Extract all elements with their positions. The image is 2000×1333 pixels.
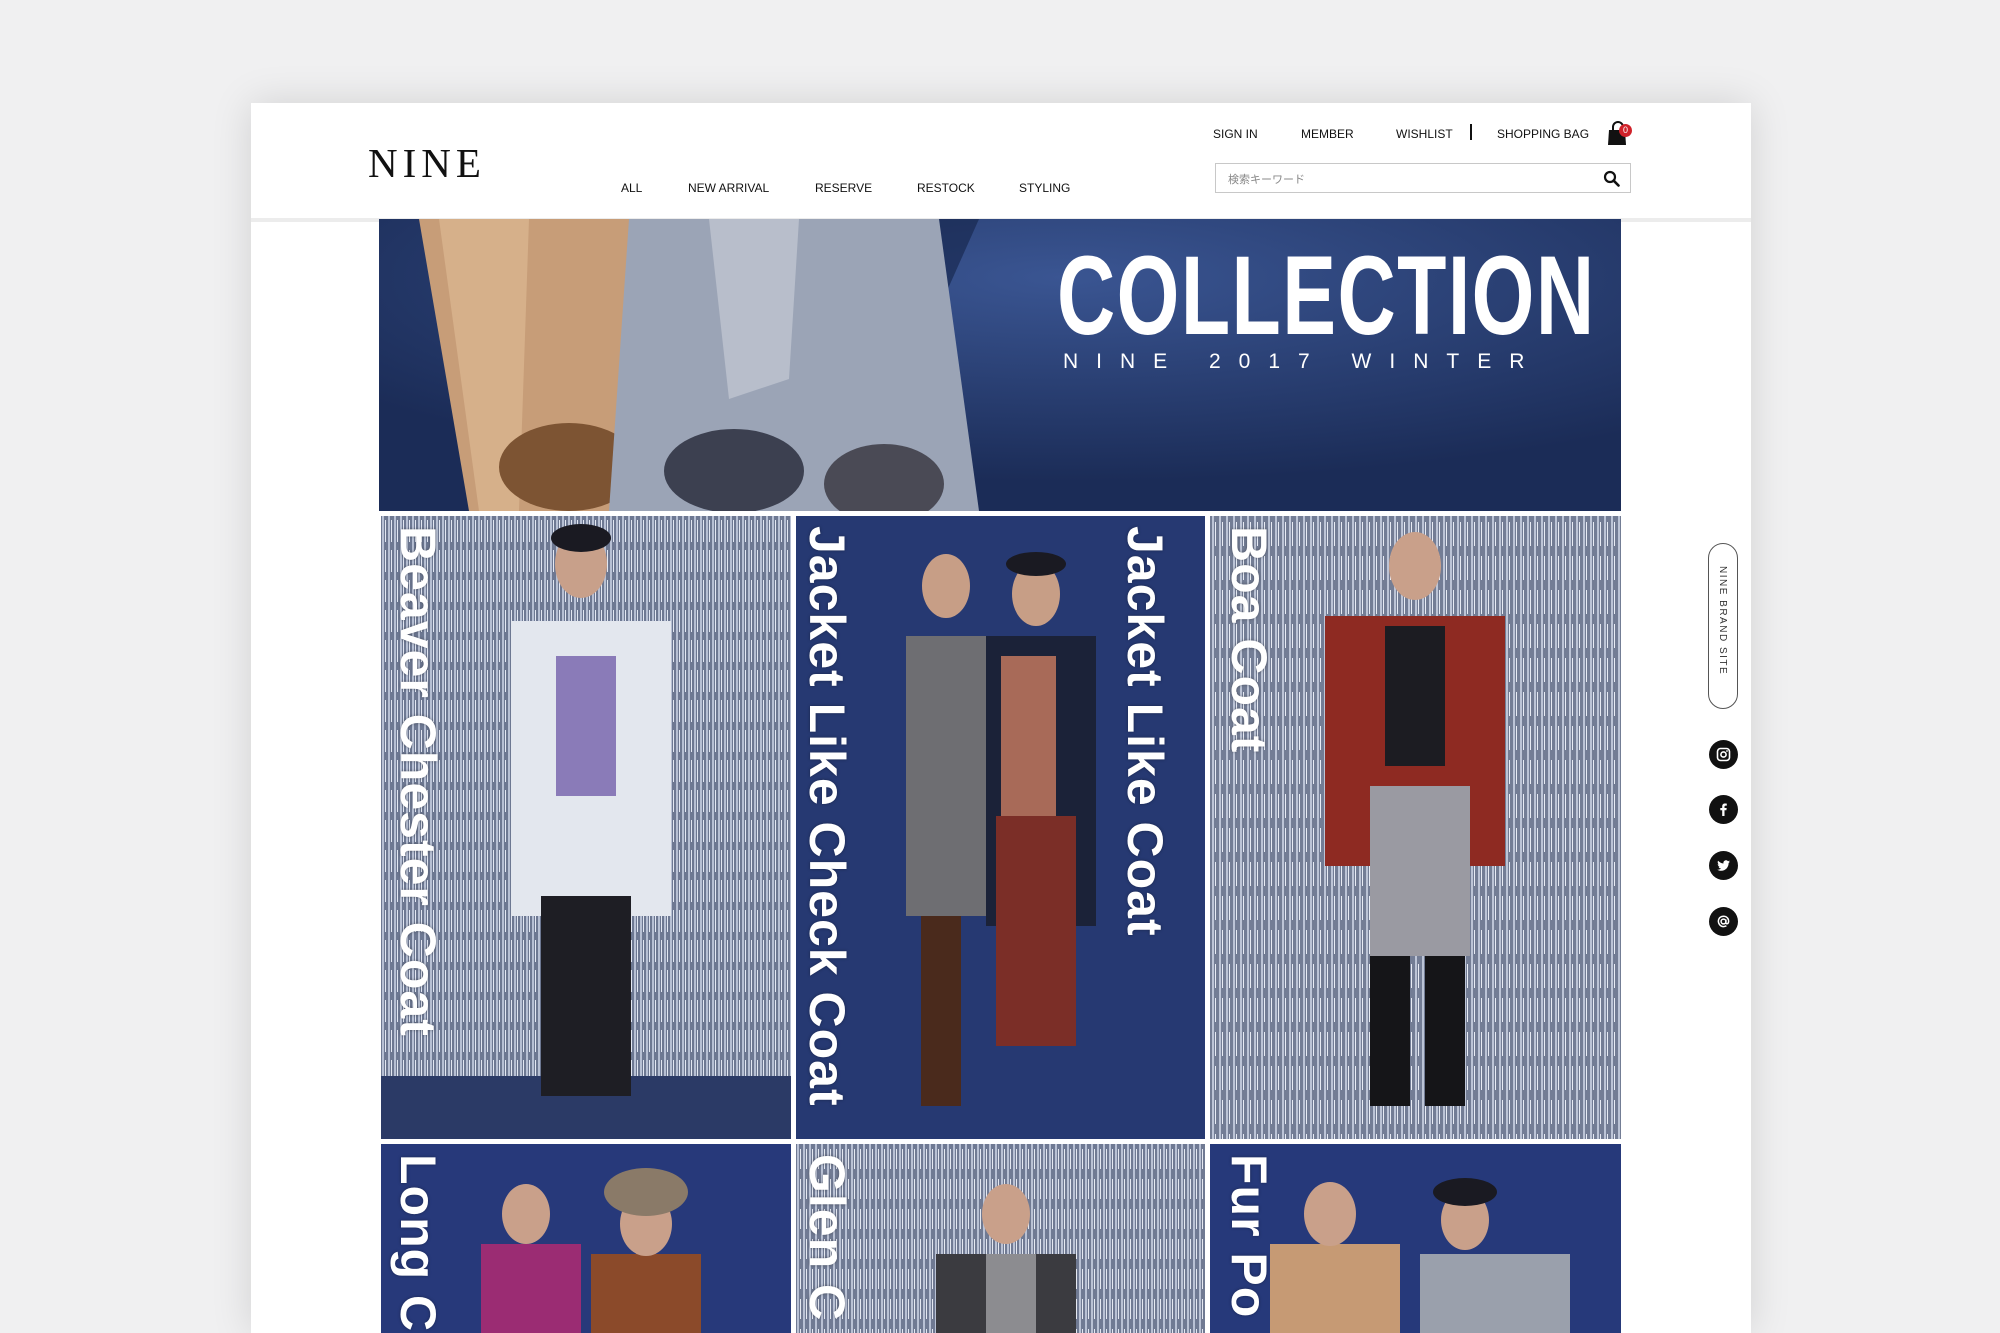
tile-photo (796, 1144, 1205, 1333)
instagram-icon[interactable] (1709, 740, 1738, 769)
site-header: NINE ALL NEW ARRIVAL RESERVE RESTOCK STY… (251, 103, 1751, 222)
search-input[interactable] (1226, 169, 1590, 189)
tile-boa-coat[interactable]: Boa Coat (1210, 516, 1621, 1139)
tile-label: Glen C (799, 1154, 855, 1322)
tile-label: Beaver Chester Coat (390, 526, 446, 1037)
utility-divider (1470, 124, 1472, 140)
tile-fur-poncho[interactable]: Fur Po (1210, 1144, 1621, 1333)
mail-icon[interactable] (1709, 907, 1738, 936)
hero-title: COLLECTION (1057, 233, 1596, 358)
tile-long-coat[interactable]: Long C (381, 1144, 791, 1333)
shopping-bag-link[interactable]: SHOPPING BAG (1497, 127, 1589, 141)
tile-label-jacket-coat: Jacket Like Coat (1117, 526, 1173, 937)
nav-all[interactable]: ALL (621, 181, 642, 195)
nav-restock[interactable]: RESTOCK (917, 181, 975, 195)
tile-jacket-like-coats[interactable]: Jacket Like Check Coat Jacket Like Coat (796, 516, 1205, 1139)
nav-new-arrival[interactable]: NEW ARRIVAL (688, 181, 769, 195)
browser-page: NINE ALL NEW ARRIVAL RESERVE RESTOCK STY… (251, 103, 1751, 1333)
sign-in-link[interactable]: SIGN IN (1213, 127, 1258, 141)
tile-label-check-coat: Jacket Like Check Coat (799, 526, 855, 1107)
twitter-icon[interactable] (1709, 851, 1738, 880)
brand-logo[interactable]: NINE (368, 139, 486, 187)
facebook-icon[interactable] (1709, 795, 1738, 824)
tile-label: Fur Po (1221, 1154, 1277, 1319)
search-icon[interactable] (1603, 170, 1620, 187)
bag-count-badge: 0 (1619, 124, 1632, 137)
tile-label: Long C (390, 1154, 446, 1333)
nav-styling[interactable]: STYLING (1019, 181, 1070, 195)
tile-label: Boa Coat (1221, 526, 1277, 754)
brand-site-label: NINE BRAND SITE (1717, 566, 1728, 676)
tile-beaver-chester-coat[interactable]: Beaver Chester Coat (381, 516, 791, 1139)
member-link[interactable]: MEMBER (1301, 127, 1354, 141)
nav-reserve[interactable]: RESERVE (815, 181, 872, 195)
hero-subtitle: NINE 2017 WINTER (1063, 350, 1543, 373)
brand-site-link[interactable]: NINE BRAND SITE (1708, 543, 1738, 709)
search-field (1215, 163, 1631, 193)
wishlist-link[interactable]: WISHLIST (1396, 127, 1453, 141)
collection-hero-banner[interactable]: COLLECTION NINE 2017 WINTER (379, 219, 1621, 511)
tile-glen-check-coat[interactable]: Glen C (796, 1144, 1205, 1333)
